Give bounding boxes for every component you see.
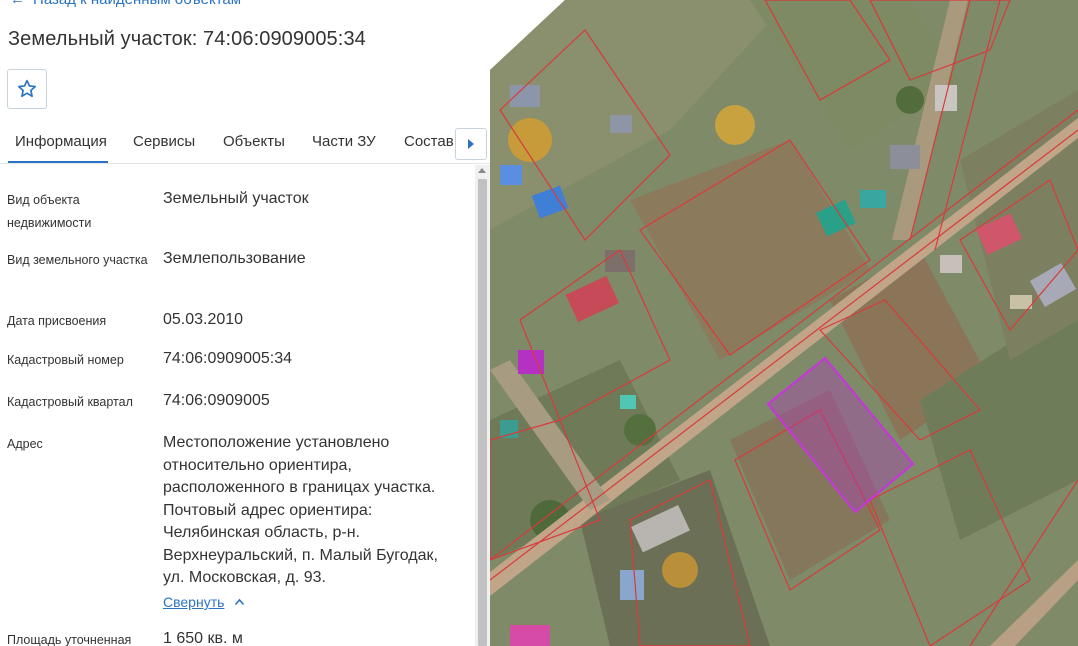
building xyxy=(510,625,550,646)
caret-right-icon xyxy=(468,139,474,149)
row-value-object-type: Земельный участок xyxy=(163,190,309,207)
row-value-assignment-date: 05.03.2010 xyxy=(163,311,244,328)
satellite-map[interactable] xyxy=(490,0,1078,646)
scroll-thumb[interactable] xyxy=(478,179,487,646)
row-label-assignment-date: Дата присвоения xyxy=(7,314,107,328)
building xyxy=(940,255,962,273)
map-canvas[interactable] xyxy=(490,0,1078,646)
row-label-cadastral-number: Кадастровый номер xyxy=(7,353,124,367)
tabs-scroll-next-button[interactable] xyxy=(455,128,487,160)
building xyxy=(620,570,644,600)
favorite-button[interactable] xyxy=(7,69,47,109)
row-label-object-type: Вид объекта недвижимости xyxy=(7,193,92,230)
row-label-parcel-type: Вид земельного участка xyxy=(7,253,148,267)
collapse-link[interactable]: Свернуть xyxy=(163,594,245,610)
row-value-area: 1 650 кв. м xyxy=(163,630,243,646)
tab-composition[interactable]: Состав xyxy=(404,133,454,150)
row-value-cadastral-number: 74:06:0909005:34 xyxy=(163,350,293,367)
tree xyxy=(624,414,656,446)
tab-information[interactable]: Информация xyxy=(15,133,107,150)
info-scrollbar[interactable] xyxy=(475,165,490,646)
back-to-results-link[interactable]: ← Назад к найденным объектам xyxy=(10,0,241,8)
tree xyxy=(715,105,755,145)
building xyxy=(890,145,920,169)
tab-services[interactable]: Сервисы xyxy=(133,133,195,150)
star-outline-icon xyxy=(17,79,37,98)
arrow-left-icon: ← xyxy=(10,0,25,8)
row-label-address: Адрес xyxy=(7,437,43,451)
building xyxy=(610,115,632,133)
tab-bar: Информация Сервисы Объекты Части ЗУ Сост… xyxy=(0,122,490,164)
building xyxy=(605,250,635,272)
row-value-cadastral-quarter: 74:06:0909005 xyxy=(163,392,270,409)
tab-parcel-parts[interactable]: Части ЗУ xyxy=(312,133,376,150)
row-value-address: Местоположение установлено относительно … xyxy=(163,434,438,586)
building xyxy=(500,420,518,438)
tab-objects[interactable]: Объекты xyxy=(223,133,285,150)
row-value-parcel-type: Землепользование xyxy=(163,250,306,267)
building xyxy=(500,165,522,185)
tree xyxy=(662,552,698,588)
info-content: Вид объекта недвижимости Земельный участ… xyxy=(0,165,475,646)
row-label-area: Площадь уточненная xyxy=(7,633,132,646)
info-panel: ← Назад к найденным объектам Земельный у… xyxy=(0,0,490,646)
back-link-label: Назад к найденным объектам xyxy=(33,0,241,8)
scroll-up-arrow-icon[interactable] xyxy=(478,168,486,173)
row-label-cadastral-quarter: Кадастровый квартал xyxy=(7,395,133,409)
building xyxy=(1010,295,1032,309)
active-tab-indicator xyxy=(8,161,108,163)
tree xyxy=(896,86,924,114)
building xyxy=(620,395,636,409)
building xyxy=(860,190,886,208)
collapse-label: Свернуть xyxy=(163,594,225,610)
page-title: Земельный участок: 74:06:0909005:34 xyxy=(8,28,366,50)
chevron-up-icon xyxy=(235,598,245,606)
